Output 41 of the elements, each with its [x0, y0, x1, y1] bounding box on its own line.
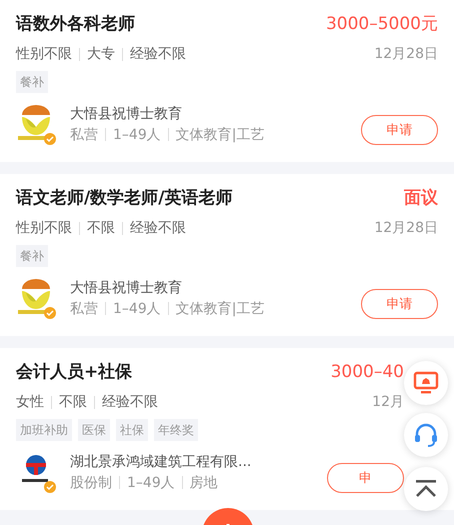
- salary: 面议: [404, 187, 438, 210]
- requirement: 经验不限: [102, 393, 158, 412]
- company-name: 大悟县祝博士教育: [70, 278, 183, 298]
- benefit-tag: 社保: [116, 419, 148, 441]
- job-card[interactable]: 语文老师/数学老师/英语老师 面议 性别不限 不限 经验不限 12月28日 餐补 大悟县祝博士教育 私营 1–49人 文体教育|工艺 申请: [0, 174, 454, 336]
- company-logo: [16, 277, 56, 319]
- requirement: 大专: [87, 45, 115, 64]
- requirement: 经验不限: [130, 45, 186, 64]
- benefit-tag: 加班补助: [16, 419, 72, 441]
- company-logo: [16, 103, 56, 145]
- benefit-tag: 餐补: [16, 245, 48, 267]
- company-detail: 1–49人: [113, 300, 161, 318]
- requirement: 不限: [59, 393, 87, 412]
- benefit-tag: 年终奖: [154, 419, 198, 441]
- job-title: 语数外各科老师: [16, 13, 135, 36]
- job-card[interactable]: 会计人员+社保 3000–40 女性 不限 经验不限 12月 加班补助 医保 社保 年终奖 湖北景承鸿域建筑工程有限... 股份制 1–49人 房地 申: [0, 348, 454, 510]
- company-detail: 文体教育|工艺: [176, 126, 264, 144]
- requirement: 性别不限: [16, 219, 72, 238]
- job-title: 会计人员+社保: [16, 361, 132, 384]
- requirement: 不限: [87, 219, 115, 238]
- company-detail: 1–49人: [127, 474, 175, 492]
- salary: 3000–5000元: [326, 13, 438, 36]
- company-name: 大悟县祝博士教育: [70, 104, 183, 124]
- requirement: 女性: [16, 393, 44, 412]
- post-date: 12月28日: [374, 45, 438, 63]
- company-detail: 房地: [190, 474, 218, 492]
- company-detail: 私营: [70, 126, 98, 144]
- company-name: 湖北景承鸿域建筑工程有限...: [70, 452, 252, 472]
- requirement: 经验不限: [130, 219, 186, 238]
- company-detail: 1–49人: [113, 126, 161, 144]
- company-detail: 股份制: [70, 474, 112, 492]
- company-detail: 文体教育|工艺: [176, 300, 264, 318]
- benefit-tag: 医保: [78, 419, 110, 441]
- job-title: 语文老师/数学老师/英语老师: [16, 187, 232, 210]
- salary: 3000–40: [330, 361, 404, 384]
- post-date: 12月28日: [374, 219, 438, 237]
- company-detail: 私营: [70, 300, 98, 318]
- job-card[interactable]: 语数外各科老师 3000–5000元 性别不限 大专 经验不限 12月28日 餐补 大悟县祝博士教育 私营 1–49人 文体教育|工艺 申请: [0, 0, 454, 162]
- benefit-tag: 餐补: [16, 71, 48, 93]
- post-date: 12月: [372, 393, 404, 411]
- requirement: 性别不限: [16, 45, 72, 64]
